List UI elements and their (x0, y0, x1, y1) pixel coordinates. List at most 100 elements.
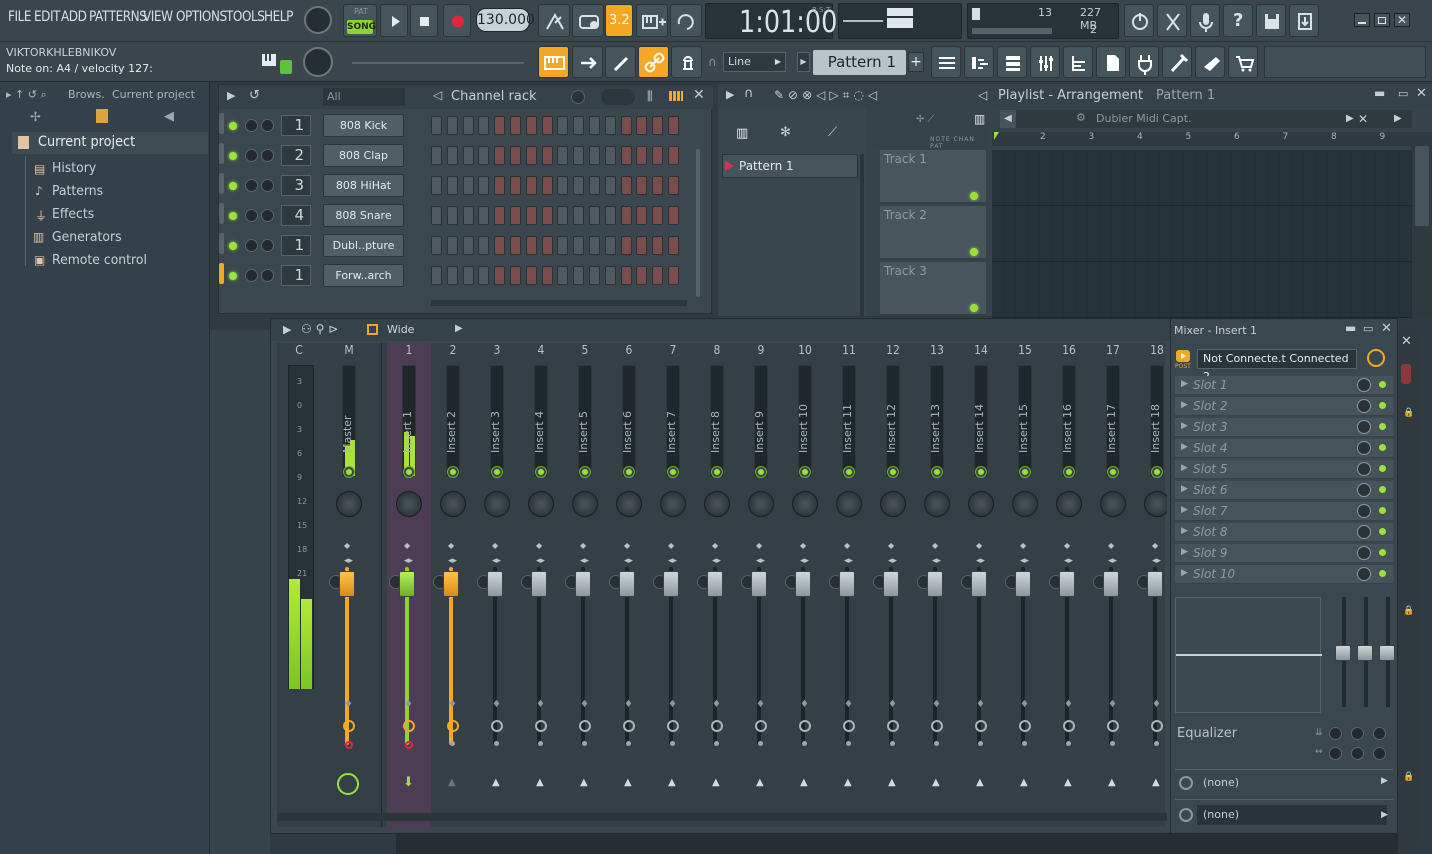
stereo-separation-icon[interactable]: ◆ (1152, 541, 1158, 550)
step-button[interactable] (589, 236, 600, 255)
strip-name[interactable]: Insert 2 (445, 373, 458, 453)
maximize-icon[interactable]: ▭ (1363, 322, 1373, 335)
strip-monitor-icon[interactable]: ♦ (1064, 699, 1073, 710)
strip-volume-fader[interactable] (619, 571, 635, 597)
strip-name[interactable]: Insert 16 (1061, 373, 1074, 453)
step-button[interactable] (668, 116, 679, 135)
stereo-separation-icon[interactable]: ◆ (668, 541, 674, 550)
step-button[interactable] (431, 176, 442, 195)
track-header[interactable]: Track 1 (880, 150, 986, 204)
playlist-menu-icon[interactable]: ▶ (726, 88, 734, 101)
strip-pan-knob[interactable] (704, 491, 730, 517)
step-button[interactable] (589, 146, 600, 165)
loop-record-button[interactable] (670, 4, 702, 37)
swap-icon[interactable]: ◂▸ (624, 556, 633, 566)
strip-record-arm[interactable] (345, 741, 353, 749)
channel-mixer-track[interactable]: 2 (281, 145, 311, 166)
eq-high-bw-knob[interactable] (1373, 747, 1386, 760)
strip-enable-led[interactable] (800, 467, 810, 477)
browser-nav-icons[interactable]: ▸ ↑ ↺ ⌕ (6, 88, 47, 102)
route-arrow-icon[interactable]: ⬇ (403, 775, 414, 790)
step-edit-button[interactable] (636, 4, 668, 37)
menu-add[interactable]: ADD (61, 9, 87, 25)
strip-enable-led[interactable] (404, 467, 414, 477)
channel-mute-led[interactable] (229, 182, 237, 190)
route-send-arrow-icon[interactable]: ▲ (1020, 777, 1028, 788)
plugin-database-button[interactable] (1129, 46, 1159, 78)
strip-name[interactable]: Master (341, 373, 354, 453)
strip-record-arm[interactable] (802, 741, 807, 746)
slot-enable-led[interactable] (1379, 381, 1386, 388)
browser-item-generators[interactable]: Generators (52, 229, 122, 245)
browser-item-remote-control[interactable]: Remote control (52, 252, 147, 268)
swap-icon[interactable]: ◂▸ (712, 556, 721, 566)
channel-select-indicator[interactable] (219, 113, 224, 134)
effect-slot[interactable]: ▶ Slot 1 (1175, 376, 1393, 395)
step-button[interactable] (573, 116, 585, 135)
strip-pan-knob[interactable] (484, 491, 510, 517)
strip-name[interactable]: Insert 17 (1105, 373, 1118, 453)
strip-name[interactable]: Insert 15 (1017, 373, 1030, 453)
channel-mute-led[interactable] (229, 212, 237, 220)
strip-clock-icon[interactable] (711, 720, 723, 732)
browser-tab[interactable]: Brows. (68, 88, 105, 101)
menu-patterns[interactable]: PATTERNS (89, 9, 147, 25)
channel-volume-knob[interactable] (245, 179, 258, 192)
stamp-button[interactable] (671, 46, 702, 78)
insert-strip[interactable]: 11 Insert 11 ◆ ◂▸ ♦ ▲ (827, 343, 871, 829)
wait-for-input-button[interactable] (572, 4, 604, 37)
step-button[interactable] (604, 206, 616, 225)
strip-record-arm[interactable] (934, 741, 939, 746)
strip-record-arm[interactable] (670, 741, 675, 746)
slot-enable-led[interactable] (1379, 465, 1386, 472)
strip-enable-led[interactable] (1152, 467, 1162, 477)
insert-strip[interactable]: 10 Insert 10 ◆ ◂▸ ♦ ▲ (783, 343, 827, 829)
route-send-arrow-icon[interactable]: ▲ (888, 777, 896, 788)
audio-input-selector[interactable]: Not Connecte.t Connected 2 (1197, 349, 1357, 383)
minimize-icon[interactable]: ▬ (1345, 321, 1356, 335)
step-button[interactable] (668, 206, 679, 225)
stereo-separation-icon[interactable]: ◆ (932, 541, 938, 550)
swap-icon[interactable]: ◂▸ (668, 556, 677, 566)
stereo-separation-icon[interactable]: ◆ (712, 541, 718, 550)
strip-volume-fader[interactable] (1147, 571, 1163, 597)
slot-mix-knob[interactable] (1357, 399, 1371, 413)
route-send-arrow-icon[interactable]: ▲ (492, 777, 500, 788)
slot-mix-knob[interactable] (1357, 462, 1371, 476)
metronome-button[interactable] (538, 4, 570, 37)
stereo-separation-icon[interactable]: ◆ (800, 541, 806, 550)
strip-volume-fader[interactable] (443, 571, 459, 597)
step-button[interactable] (604, 266, 616, 285)
step-view-icon[interactable] (669, 91, 683, 101)
master-send-knob[interactable] (337, 773, 359, 795)
step-button[interactable] (462, 146, 474, 165)
step-button[interactable] (668, 236, 679, 255)
song-position-slider[interactable] (352, 62, 524, 64)
lock-icon[interactable]: 🔒 (1403, 606, 1414, 616)
strip-clock-icon[interactable] (1151, 720, 1163, 732)
close-button[interactable]: ✕ (1394, 13, 1410, 27)
channel-rack-menu-icon[interactable]: ▶ (227, 89, 235, 102)
strip-name[interactable]: Insert 1 (401, 373, 414, 453)
effect-slot[interactable]: ▶ Slot 8 (1175, 523, 1393, 542)
channel-mute-led[interactable] (229, 272, 237, 280)
close-icon[interactable]: ✕ (1401, 334, 1412, 349)
strip-monitor-icon[interactable]: ♦ (844, 699, 853, 710)
eq-low-bw-knob[interactable] (1329, 747, 1342, 760)
pattern-item[interactable]: Pattern 1 (722, 154, 858, 178)
strip-pan-knob[interactable] (616, 491, 642, 517)
stop-button[interactable] (410, 4, 438, 37)
stereo-separation-icon[interactable]: ◆ (624, 541, 630, 550)
slot-enable-led[interactable] (1379, 549, 1386, 556)
step-button[interactable] (573, 146, 585, 165)
channel-select-indicator[interactable] (219, 263, 224, 284)
swap-icon[interactable]: ◂▸ (1064, 556, 1073, 566)
step-button[interactable] (494, 236, 506, 255)
undo-icon[interactable]: ↺ (249, 88, 260, 103)
slot-enable-led[interactable] (1379, 528, 1386, 535)
step-button[interactable] (462, 176, 474, 195)
strip-volume-fader[interactable] (883, 571, 899, 597)
strip-pan-knob[interactable] (792, 491, 818, 517)
strip-monitor-icon[interactable]: ♦ (932, 699, 941, 710)
swap-icon[interactable]: ◂▸ (756, 556, 765, 566)
